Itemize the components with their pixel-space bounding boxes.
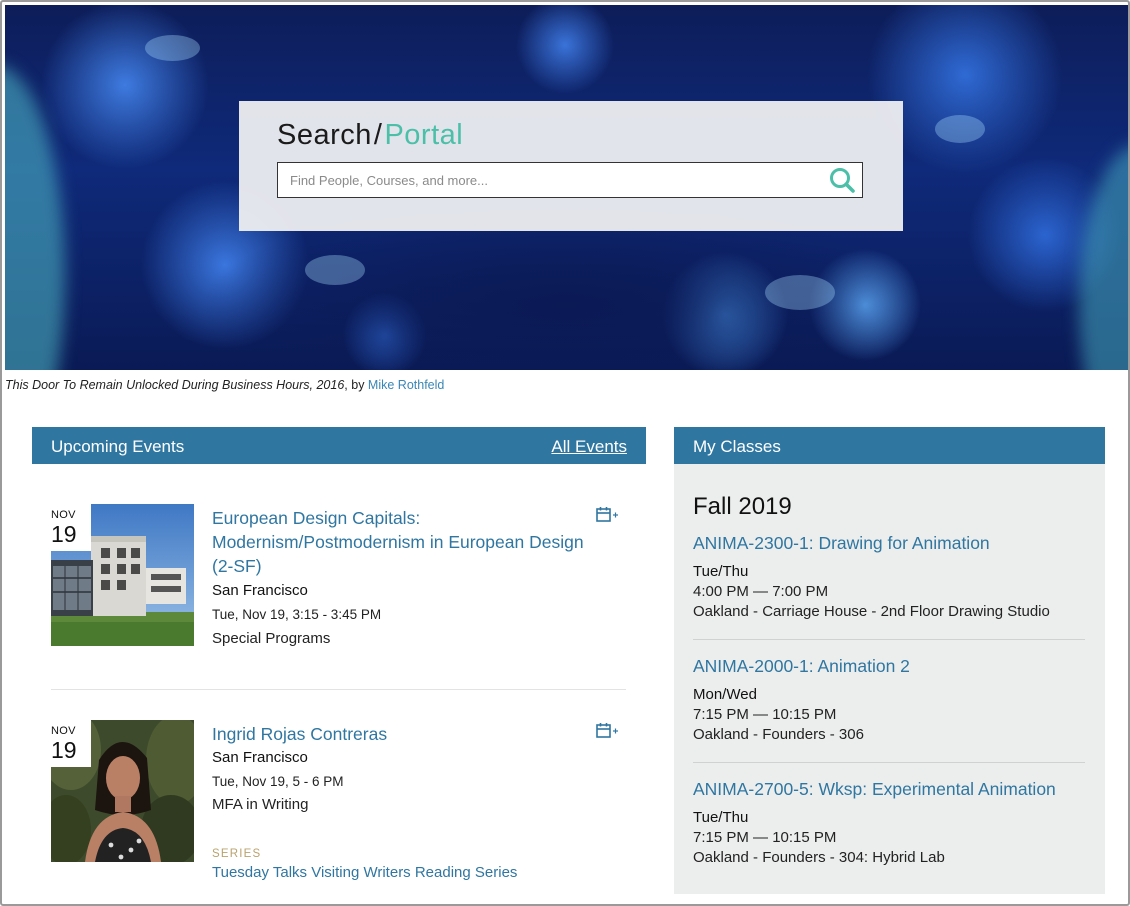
search-title-slash: / <box>373 119 383 151</box>
hero-vignette-left <box>5 65 65 370</box>
event-time: Tue, Nov 19, 3:15 - 3:45 PM <box>212 607 382 622</box>
classes-panel: Fall 2019 ANIMA-2300-1: Drawing for Anim… <box>674 464 1105 894</box>
class-days: Mon/Wed <box>693 686 757 703</box>
search-title-text: Search <box>277 119 372 151</box>
class-item: ANIMA-2700-5: Wksp: Experimental Animati… <box>693 779 1085 866</box>
hero-highlight <box>765 275 835 310</box>
class-time: 4:00 PM — 7:00 PM <box>693 583 829 600</box>
hero-highlight <box>305 255 365 285</box>
hero-vignette-right <box>1079 145 1128 370</box>
class-room: Oakland - Founders - 304: Hybrid Lab <box>693 849 945 866</box>
event-month: NOV <box>51 509 76 521</box>
class-days: Tue/Thu <box>693 563 749 580</box>
class-room: Oakland - Carriage House - 2nd Floor Dra… <box>693 603 1050 620</box>
add-to-calendar-icon[interactable] <box>596 506 622 524</box>
event-month: NOV <box>51 725 76 737</box>
class-time: 7:15 PM — 10:15 PM <box>693 706 837 723</box>
classes-header: My Classes <box>674 427 1105 464</box>
event-title-link[interactable]: Ingrid Rojas Contreras <box>212 722 607 746</box>
class-days: Tue/Thu <box>693 809 749 826</box>
series-label: SERIES <box>212 848 262 860</box>
search-title: Search/Portal <box>277 119 463 152</box>
classes-header-title: My Classes <box>693 437 781 456</box>
events-header-title: Upcoming Events <box>51 437 185 456</box>
event-category: Special Programs <box>212 630 331 647</box>
event-time: Tue, Nov 19, 5 - 6 PM <box>212 774 344 789</box>
event-day: 19 <box>51 737 77 763</box>
search-box <box>277 162 863 198</box>
class-item: ANIMA-2000-1: Animation 2 Mon/Wed 7:15 P… <box>693 656 1085 743</box>
class-name-link[interactable]: ANIMA-2700-5: Wksp: Experimental Animati… <box>693 779 1085 800</box>
event-location: San Francisco <box>212 749 308 766</box>
event-divider <box>51 689 626 690</box>
search-card: Search/Portal <box>239 101 903 231</box>
event-day: 19 <box>51 521 77 547</box>
all-events-link[interactable]: All Events <box>551 437 627 457</box>
caption-by: , by <box>344 378 368 392</box>
search-title-accent: Portal <box>384 119 464 151</box>
event-date: NOV 19 <box>51 720 91 767</box>
events-header: Upcoming Events All Events <box>32 427 646 464</box>
event-item: NOV 19 European Design Capitals: Moderni… <box>51 504 626 654</box>
page-frame: Search/Portal This Door To Remain Unlock… <box>0 0 1130 906</box>
hero-caption: This Door To Remain Unlocked During Busi… <box>5 378 444 392</box>
class-room: Oakland - Founders - 306 <box>693 726 864 743</box>
event-category: MFA in Writing <box>212 796 309 813</box>
class-item: ANIMA-2300-1: Drawing for Animation Tue/… <box>693 533 1085 620</box>
term-heading: Fall 2019 <box>693 493 792 520</box>
hero-highlight <box>935 115 985 143</box>
caption-artwork-title: This Door To Remain Unlocked During Busi… <box>5 378 345 392</box>
class-divider <box>693 762 1085 763</box>
add-to-calendar-icon[interactable] <box>596 722 622 740</box>
class-time: 7:15 PM — 10:15 PM <box>693 829 837 846</box>
class-divider <box>693 639 1085 640</box>
event-title-link[interactable]: European Design Capitals: Modernism/Post… <box>212 506 607 578</box>
caption-artist-link[interactable]: Mike Rothfeld <box>368 378 444 392</box>
event-item: NOV 19 Ingrid Rojas Contreras San Franci… <box>51 720 626 870</box>
series-link[interactable]: Tuesday Talks Visiting Writers Reading S… <box>212 864 517 881</box>
class-name-link[interactable]: ANIMA-2300-1: Drawing for Animation <box>693 533 1085 554</box>
hero-image: Search/Portal <box>5 5 1128 370</box>
event-location: San Francisco <box>212 582 308 599</box>
search-input[interactable] <box>288 163 832 198</box>
search-icon[interactable] <box>828 166 856 194</box>
event-date: NOV 19 <box>51 504 91 551</box>
hero-highlight <box>145 35 200 61</box>
class-name-link[interactable]: ANIMA-2000-1: Animation 2 <box>693 656 1085 677</box>
